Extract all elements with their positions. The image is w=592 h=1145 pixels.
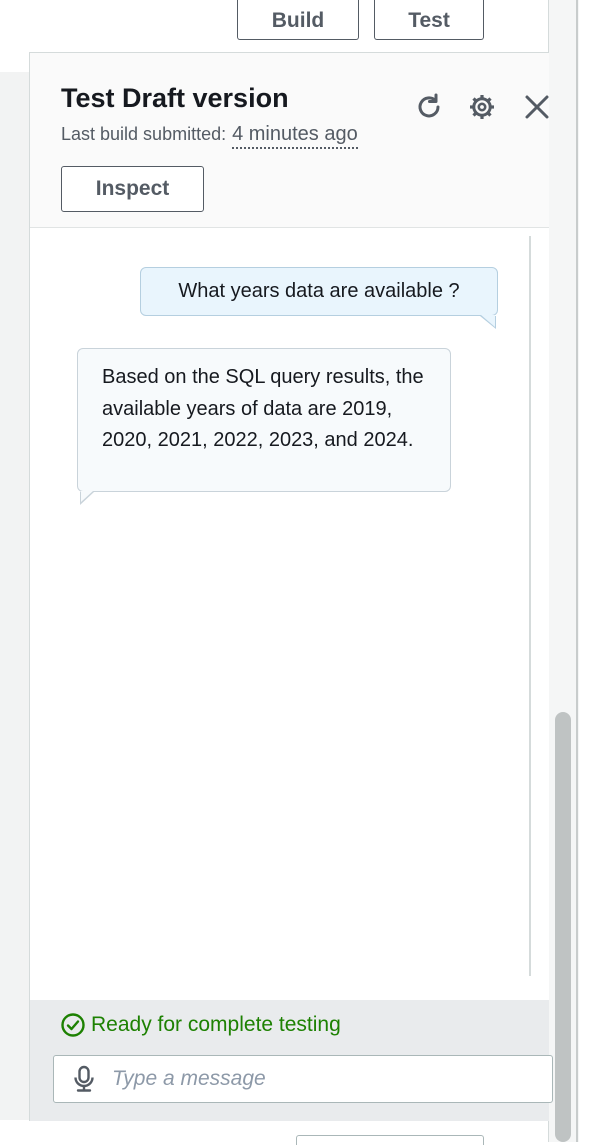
close-button[interactable]	[521, 91, 553, 123]
close-icon	[525, 95, 549, 119]
page-backdrop	[0, 72, 30, 1120]
page-scrollbar-thumb[interactable]	[555, 712, 571, 1142]
panel-title: Test Draft version	[61, 83, 289, 113]
build-info: Last build submitted: 4 minutes ago	[61, 123, 358, 149]
page-edge-divider	[576, 0, 578, 1142]
settings-button[interactable]	[466, 91, 498, 123]
microphone-icon	[74, 1065, 94, 1092]
build-button[interactable]: Build	[237, 0, 359, 40]
status-text: Ready for complete testing	[91, 1013, 341, 1036]
bot-message-tail-fill	[81, 491, 93, 502]
bot-message: Based on the SQL query results, the avai…	[77, 348, 451, 492]
status-indicator: Ready for complete testing	[61, 1013, 341, 1037]
build-info-label: Last build submitted:	[61, 124, 227, 144]
chat-footer: Ready for complete testing	[30, 1000, 553, 1121]
check-circle-icon	[61, 1013, 85, 1037]
message-input[interactable]	[110, 1066, 514, 1092]
refresh-icon	[418, 93, 440, 118]
partial-button[interactable]	[296, 1135, 484, 1145]
test-panel: Test Draft version Last build submitted:…	[29, 52, 553, 1121]
inspect-button[interactable]: Inspect	[61, 166, 204, 212]
settings-icon	[470, 95, 494, 119]
chat-scrollbar[interactable]	[529, 236, 531, 976]
build-time[interactable]: 4 minutes ago	[232, 123, 358, 149]
microphone-button[interactable]	[72, 1065, 96, 1093]
test-button[interactable]: Test	[374, 0, 484, 40]
user-message: What years data are available ?	[140, 267, 498, 316]
refresh-button[interactable]	[413, 91, 445, 123]
chat-area[interactable]: What years data are available ? Based on…	[30, 228, 549, 1000]
user-message-tail-fill	[481, 315, 495, 327]
message-input-box[interactable]	[53, 1055, 553, 1103]
